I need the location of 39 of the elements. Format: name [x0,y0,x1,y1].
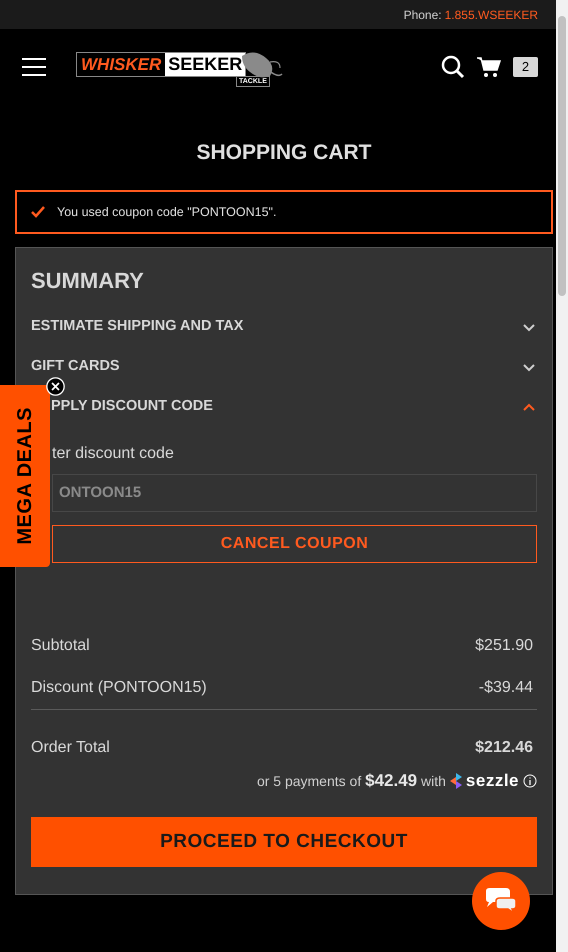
discount-code-field[interactable]: ONTOON15 [52,474,537,512]
summary-title: SUMMARY [31,268,145,294]
logo-text: SEEKER [165,52,246,76]
section-label: GIFT CARDS [31,357,120,376]
total-value: $212.46 [475,738,533,758]
page-title: SHOPPING CART [196,142,372,163]
phone-link[interactable]: 1.855.WSEEKER [444,6,538,24]
cart-icon[interactable] [477,56,501,78]
chat-bubbles-icon [484,888,518,914]
mega-deals-tab[interactable]: MEGA DEALS [0,385,50,567]
total-label: Subtotal [31,636,90,656]
tab-label: MEGA DEALS [13,407,37,545]
message-text: You used coupon code "PONTOON15". [57,204,276,221]
info-icon[interactable] [523,774,537,788]
field-label: ter discount code [52,444,175,464]
section-label: ESTIMATE SHIPPING AND TAX [31,317,244,336]
total-label: Order Total [31,738,110,758]
logo-background[interactable]: WHISKER SEEKER [76,52,246,76]
section-label: PPLY DISCOUNT CODE [51,397,213,416]
phone-label: Phone: [404,6,442,24]
check-icon [31,206,45,218]
accordion-header[interactable]: ESTIMATE SHIPPING AND TAX [31,317,537,337]
chevron-up-icon [522,401,536,413]
scrollbar[interactable] [556,0,568,952]
close-icon[interactable] [46,377,65,396]
logo-text: WHISKER [80,56,162,72]
sezzle-brand[interactable]: sezzle [466,768,519,794]
installment-text: or 5 payments of $42.49 with [256,770,446,792]
search-icon[interactable] [441,54,465,78]
total-value: -$39.44 [478,678,533,698]
total-value: $251.90 [475,636,533,656]
accordion-header[interactable]: GIFT CARDS [31,357,537,377]
total-label: Discount (PONTOON15) [31,678,207,698]
accordion-header[interactable]: PPLY DISCOUNT CODE [51,397,537,417]
cart-count-badge[interactable]: 2 [513,56,538,76]
cancel-coupon-button[interactable]: CANCEL COUPON [52,525,537,563]
sezzle-logo-icon [450,773,462,789]
checkout-button[interactable]: PROCEED TO CHECKOUT [31,817,537,867]
menu-icon[interactable] [22,58,46,76]
